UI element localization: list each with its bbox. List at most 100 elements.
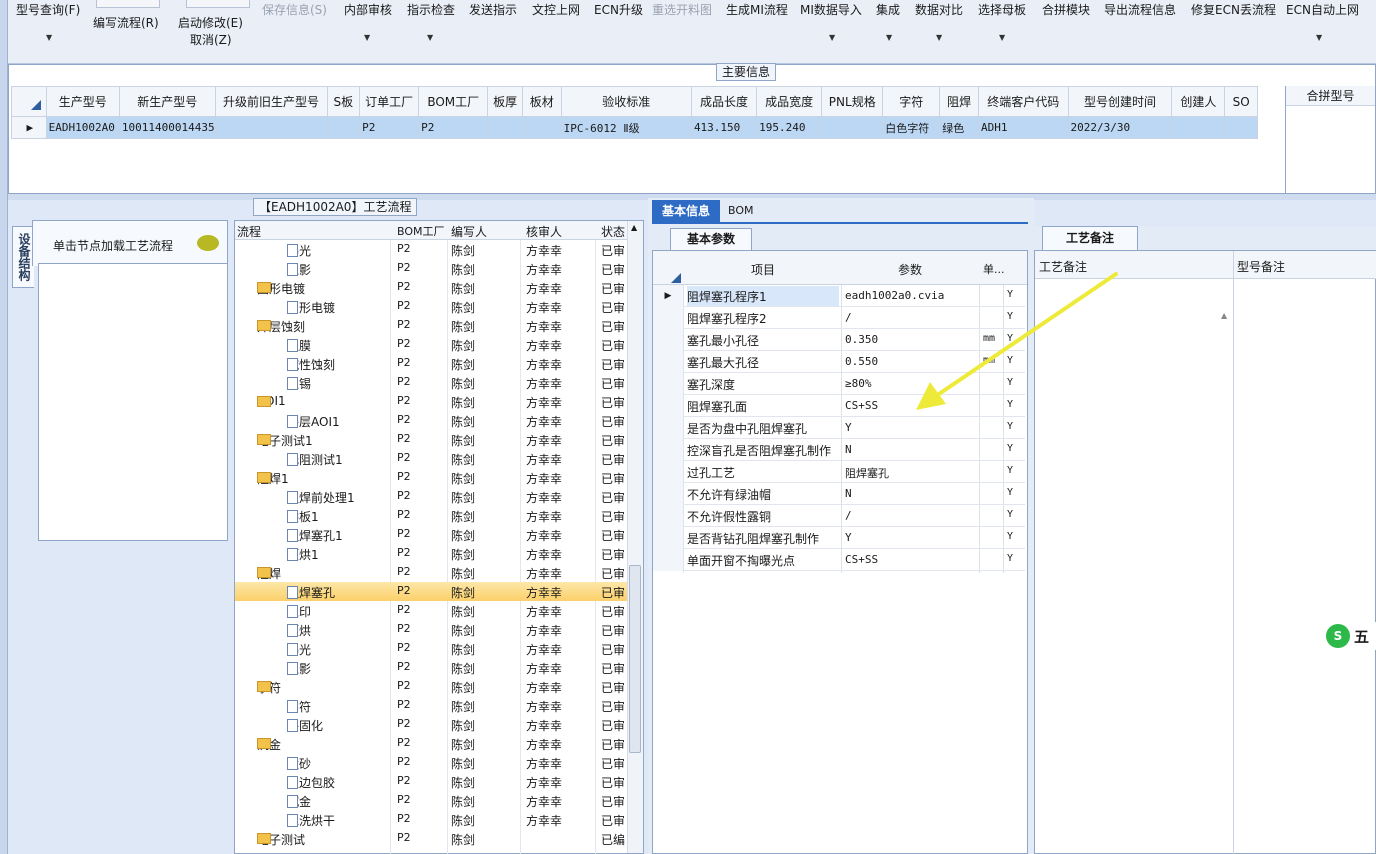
tree-node[interactable]: 喷砂 [287,755,311,772]
repair-ecn-flow-button[interactable]: 修复ECN丢流程 [1191,1,1276,18]
param-value[interactable]: N [845,487,975,500]
tree-node[interactable]: −电子测试 [257,831,305,848]
tree-row[interactable]: 水洗烘干 P2 陈剑 方幸幸 已审 [235,810,627,829]
column-header[interactable]: 型号备注 [1237,258,1285,275]
model-query-button[interactable]: 型号查询(F) [16,1,80,18]
tree-node[interactable]: −图形电镀 [257,280,305,297]
tree-row[interactable]: 退膜 P2 陈剑 方幸幸 已审 [235,335,627,354]
tree-row[interactable]: 曝光 P2 陈剑 方幸幸 已审 [235,240,627,259]
chevron-down-icon[interactable]: ▼ [886,33,892,42]
process-flow-tree[interactable]: 流程 BOM工厂 编写人 核审人 状态 曝光 P2 陈剑 方幸幸 已审 显影 P2 陈剑 方幸幸… [234,220,644,854]
generate-mi-flow-button[interactable]: 生成MI流程 [726,1,788,18]
reselect-cutting-map-button[interactable]: 重选开料图 [652,1,712,18]
tree-node[interactable]: 水洗烘干 [287,812,335,829]
integrate-button[interactable]: 集成 [876,1,900,18]
start-modify-button[interactable]: 启动修改(E) [178,14,243,31]
tree-row[interactable]: 预烘1 P2 陈剑 方幸幸 已审 [235,544,627,563]
tree-row[interactable]: −外层蚀刻 P2 陈剑 方幸幸 已审 [235,316,627,335]
cancel-button[interactable]: 取消(Z) [190,31,232,48]
column-header[interactable]: 阻焊 [939,86,979,117]
tree-node[interactable]: 显影 [287,660,311,677]
tree-node[interactable]: 板边包胶 [287,774,335,791]
param-value[interactable]: N [845,443,975,456]
table-cell[interactable] [521,116,562,139]
tree-row[interactable]: 阻焊塞孔 P2 陈剑 方幸幸 已审 [235,582,627,601]
data-compare-button[interactable]: 数据对比 [915,1,963,18]
tree-node[interactable]: −阻焊1 [257,470,289,487]
tree-row[interactable]: 烘板1 P2 陈剑 方幸幸 已审 [235,506,627,525]
chevron-down-icon[interactable]: ▼ [829,33,835,42]
column-header[interactable]: 新生产型号 [118,86,216,117]
tree-row[interactable]: 显影 P2 陈剑 方幸幸 已审 [235,259,627,278]
column-header[interactable]: 型号创建时间 [1067,86,1173,117]
table-cell[interactable] [487,116,523,139]
tree-node[interactable]: 阻焊前处理1 [287,489,355,506]
table-cell[interactable] [821,116,884,139]
tree-row[interactable]: 字符 P2 陈剑 方幸幸 已审 [235,696,627,715]
table-cell[interactable] [1224,116,1258,139]
param-value[interactable]: / [845,509,975,522]
ime-indicator[interactable]: S 五 [1324,622,1376,650]
tree-row[interactable]: 曝光 P2 陈剑 方幸幸 已审 [235,639,627,658]
instruction-check-button[interactable]: 指示检查 [407,1,455,18]
column-header[interactable]: 创建人 [1171,86,1226,117]
tree-row[interactable]: 阻焊塞孔1 P2 陈剑 方幸幸 已审 [235,525,627,544]
param-row[interactable]: 是否为盘中孔阻焊塞孔 Y Y [653,417,1025,439]
table-cell[interactable]: P2 [359,116,420,139]
param-row[interactable]: 过孔工艺 阻焊塞孔 Y [653,461,1025,483]
tree-node[interactable]: 曝光 [287,242,311,259]
tree-node[interactable]: −外层蚀刻 [257,318,305,335]
table-cell[interactable] [326,116,361,139]
tree-row[interactable]: −电子测试 P2 陈剑 已编 [235,829,627,848]
column-header[interactable]: 验收标准 [560,86,692,117]
column-header[interactable]: PNL规格 [821,86,884,117]
param-row[interactable]: 不允许有绿油帽 N Y [653,483,1025,505]
tab-basic-info[interactable]: 基本信息 [652,200,720,222]
table-cell[interactable]: EADH1002A0 [45,116,120,139]
tree-node[interactable]: 低阻测试1 [287,451,343,468]
tree-row[interactable]: 丝印 P2 陈剑 方幸幸 已审 [235,601,627,620]
column-header[interactable]: 终端客户代码 [977,86,1069,117]
column-header[interactable]: 板厚 [487,86,523,117]
tree-row[interactable]: 阻焊前处理1 P2 陈剑 方幸幸 已审 [235,487,627,506]
chevron-down-icon[interactable]: ▼ [46,33,52,42]
tree-row[interactable]: 低阻测试1 P2 陈剑 方幸幸 已审 [235,449,627,468]
tree-node[interactable]: 丝印 [287,603,311,620]
tree-row[interactable]: −图形电镀 P2 陈剑 方幸幸 已审 [235,278,627,297]
tree-node[interactable]: 碱性蚀刻 [287,356,335,373]
tree-node[interactable]: 字符 [287,698,311,715]
column-header[interactable]: SO [1224,86,1258,117]
table-cell[interactable]: P2 [418,116,489,139]
table-cell[interactable]: 413.150 [690,116,758,139]
chevron-down-icon[interactable]: ▼ [936,33,942,42]
param-row[interactable]: 控深盲孔是否阻焊塞孔制作 N Y [653,439,1025,461]
mi-data-import-button[interactable]: MI数据导入 [800,1,862,18]
device-tree[interactable] [38,263,228,541]
tree-row[interactable]: 外层AOI1 P2 陈剑 方幸幸 已审 [235,411,627,430]
tree-node[interactable]: 烘板1 [287,508,319,525]
table-cell[interactable]: ADH1 [977,116,1069,139]
tree-node[interactable]: 退锡 [287,375,311,392]
tree-row[interactable]: 碱性蚀刻 P2 陈剑 方幸幸 已审 [235,354,627,373]
tree-row[interactable]: 图形电镀 P2 陈剑 方幸幸 已审 [235,297,627,316]
tree-node[interactable]: 沉金 [287,793,311,810]
column-header[interactable]: 板材 [521,86,562,117]
tree-node[interactable]: 预烘 [287,622,311,639]
tree-node[interactable]: 外层AOI1 [287,413,340,430]
tree-node[interactable]: 阻焊塞孔 [287,584,335,601]
select-mother-board-button[interactable]: 选择母板 [978,1,1026,18]
table-row[interactable]: ▶ EADH1002A0 10011400014435 P2 P2 IPC-60… [11,116,1258,139]
internal-review-button[interactable]: 内部审核 [344,1,392,18]
column-header[interactable]: 项目 [751,261,775,278]
export-flow-info-button[interactable]: 导出流程信息 [1104,1,1176,18]
table-cell[interactable] [214,116,328,139]
tree-row[interactable]: 预烘 P2 陈剑 方幸幸 已审 [235,620,627,639]
column-header[interactable]: 订单工厂 [359,86,420,117]
column-header[interactable]: 成品长度 [690,86,758,117]
param-value[interactable]: CS+SS [845,553,975,566]
chevron-down-icon[interactable]: ▼ [1316,33,1322,42]
tree-node[interactable]: 退膜 [287,337,311,354]
tab-bom[interactable]: BOM [728,204,754,217]
tree-node[interactable]: −沉金 [257,736,281,753]
tree-row[interactable]: −阻焊 P2 陈剑 方幸幸 已审 [235,563,627,582]
